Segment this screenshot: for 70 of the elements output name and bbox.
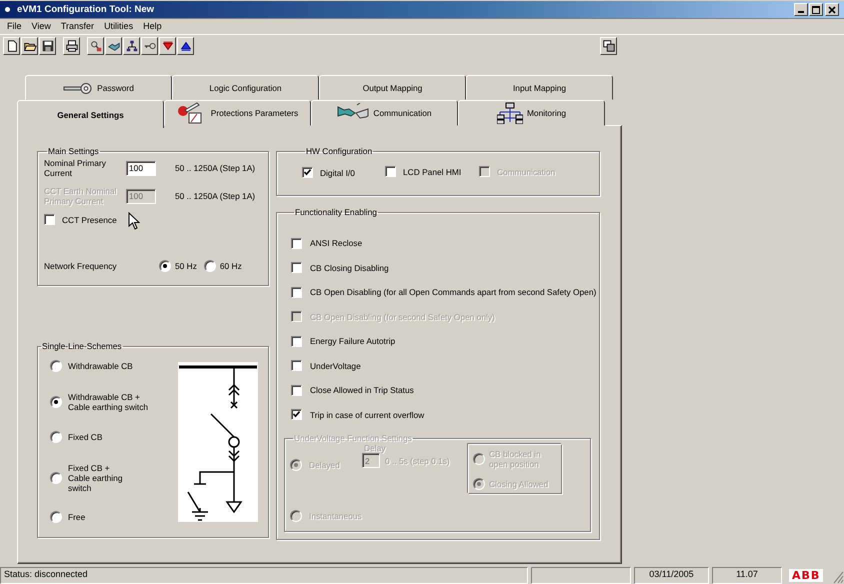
- upload-arrow-icon: [178, 39, 192, 53]
- checkbox[interactable]: CB Open Disabling (for all Open Commands apart from second Safety Open): [291, 286, 596, 298]
- menu-item[interactable]: View: [26, 21, 56, 31]
- minimize-icon: [798, 11, 804, 13]
- status-time: 11.07: [712, 567, 782, 584]
- checkbox[interactable]: LCD Panel HMI: [385, 166, 462, 177]
- mouse-pointer-icon: [128, 212, 140, 230]
- checkbox[interactable]: Energy Failure Autotrip: [291, 336, 396, 347]
- radio-button[interactable]: 60 Hz: [204, 260, 242, 272]
- tab[interactable]: Logic Configuration: [172, 75, 319, 100]
- group-title: UnderVoltage Function Settings: [293, 433, 413, 443]
- tab[interactable]: Monitoring: [458, 100, 605, 126]
- minimize-button[interactable]: [794, 3, 808, 16]
- save-icon: [40, 39, 54, 53]
- open-folder-button[interactable]: [21, 37, 38, 55]
- radio-button[interactable]: 50 Hz: [159, 260, 197, 272]
- tab[interactable]: Communication: [311, 100, 458, 126]
- checkbox[interactable]: CCT Presence: [44, 214, 117, 225]
- windows-button[interactable]: [600, 37, 617, 55]
- new-file-button[interactable]: [3, 37, 20, 55]
- range-hint: 50 .. 1250A (Step 1A): [175, 163, 256, 173]
- radio-button[interactable]: Fixed CB: [50, 430, 102, 442]
- network-icon: [496, 102, 523, 124]
- radio-button[interactable]: Free: [50, 511, 86, 523]
- range-hint: 50 .. 1250A (Step 1A): [175, 191, 256, 201]
- checkbox[interactable]: Close Allowed in Trip Status: [291, 384, 414, 396]
- checkbox[interactable]: UnderVoltage: [291, 360, 361, 372]
- download-arrow-button[interactable]: [159, 37, 176, 55]
- maximize-icon: [812, 6, 820, 14]
- key-icon: [63, 82, 94, 94]
- save-button[interactable]: [39, 37, 56, 55]
- radio-button[interactable]: Fixed CB + Cable earthing switch: [50, 462, 130, 493]
- checkbox[interactable]: ANSI Reclose: [291, 238, 362, 249]
- app-icon: [3, 5, 12, 14]
- radio-button[interactable]: Withdrawable CB: [50, 360, 133, 372]
- field-label: Network Frequency: [44, 261, 118, 271]
- group-title: HW Configuration: [305, 146, 374, 156]
- maximize-button[interactable]: [809, 3, 823, 16]
- menu-item[interactable]: Transfer: [56, 21, 100, 31]
- tab[interactable]: Input Mapping: [466, 75, 613, 100]
- printer-button[interactable]: [63, 37, 80, 55]
- network-icon: [124, 39, 138, 53]
- group-title: Functionality Enabling: [294, 207, 378, 217]
- close-button[interactable]: [825, 3, 839, 16]
- company-logo: ABB: [789, 569, 824, 582]
- checkbox[interactable]: CB Closing Disabling: [291, 262, 389, 274]
- upload-arrow-button[interactable]: [177, 37, 194, 55]
- menu-item[interactable]: Help: [138, 21, 167, 31]
- tab[interactable]: Output Mapping: [319, 75, 466, 100]
- checkbox[interactable]: Digital I/0: [302, 167, 355, 178]
- group-title: Main Settings: [47, 146, 100, 156]
- printer-icon: [64, 39, 78, 53]
- field-label: Nominal Primary Current: [44, 158, 107, 178]
- tab[interactable]: Password: [25, 75, 172, 100]
- menu-item[interactable]: Utilities: [99, 21, 138, 31]
- tab[interactable]: General Settings: [17, 100, 164, 128]
- tab[interactable]: Protections Parameters: [164, 100, 311, 126]
- menu-item[interactable]: File: [2, 21, 27, 31]
- status-text: Status: disconnected: [0, 567, 528, 584]
- network-button[interactable]: [123, 37, 140, 55]
- status-date: 03/11/2005: [634, 567, 709, 584]
- windows-icon: [602, 39, 616, 53]
- input-field[interactable]: 100: [126, 160, 156, 176]
- download-arrow-icon: [160, 39, 174, 53]
- key-button[interactable]: [141, 37, 158, 55]
- checkbox[interactable]: Trip in case of current overflow: [291, 409, 424, 420]
- window-title: eVM1 Configuration Tool: New: [17, 4, 156, 15]
- close-icon: [828, 6, 836, 14]
- radio-button[interactable]: Withdrawable CB + Cable earthing switch: [50, 392, 150, 412]
- group-title: Single-Line-Schemes: [41, 341, 123, 351]
